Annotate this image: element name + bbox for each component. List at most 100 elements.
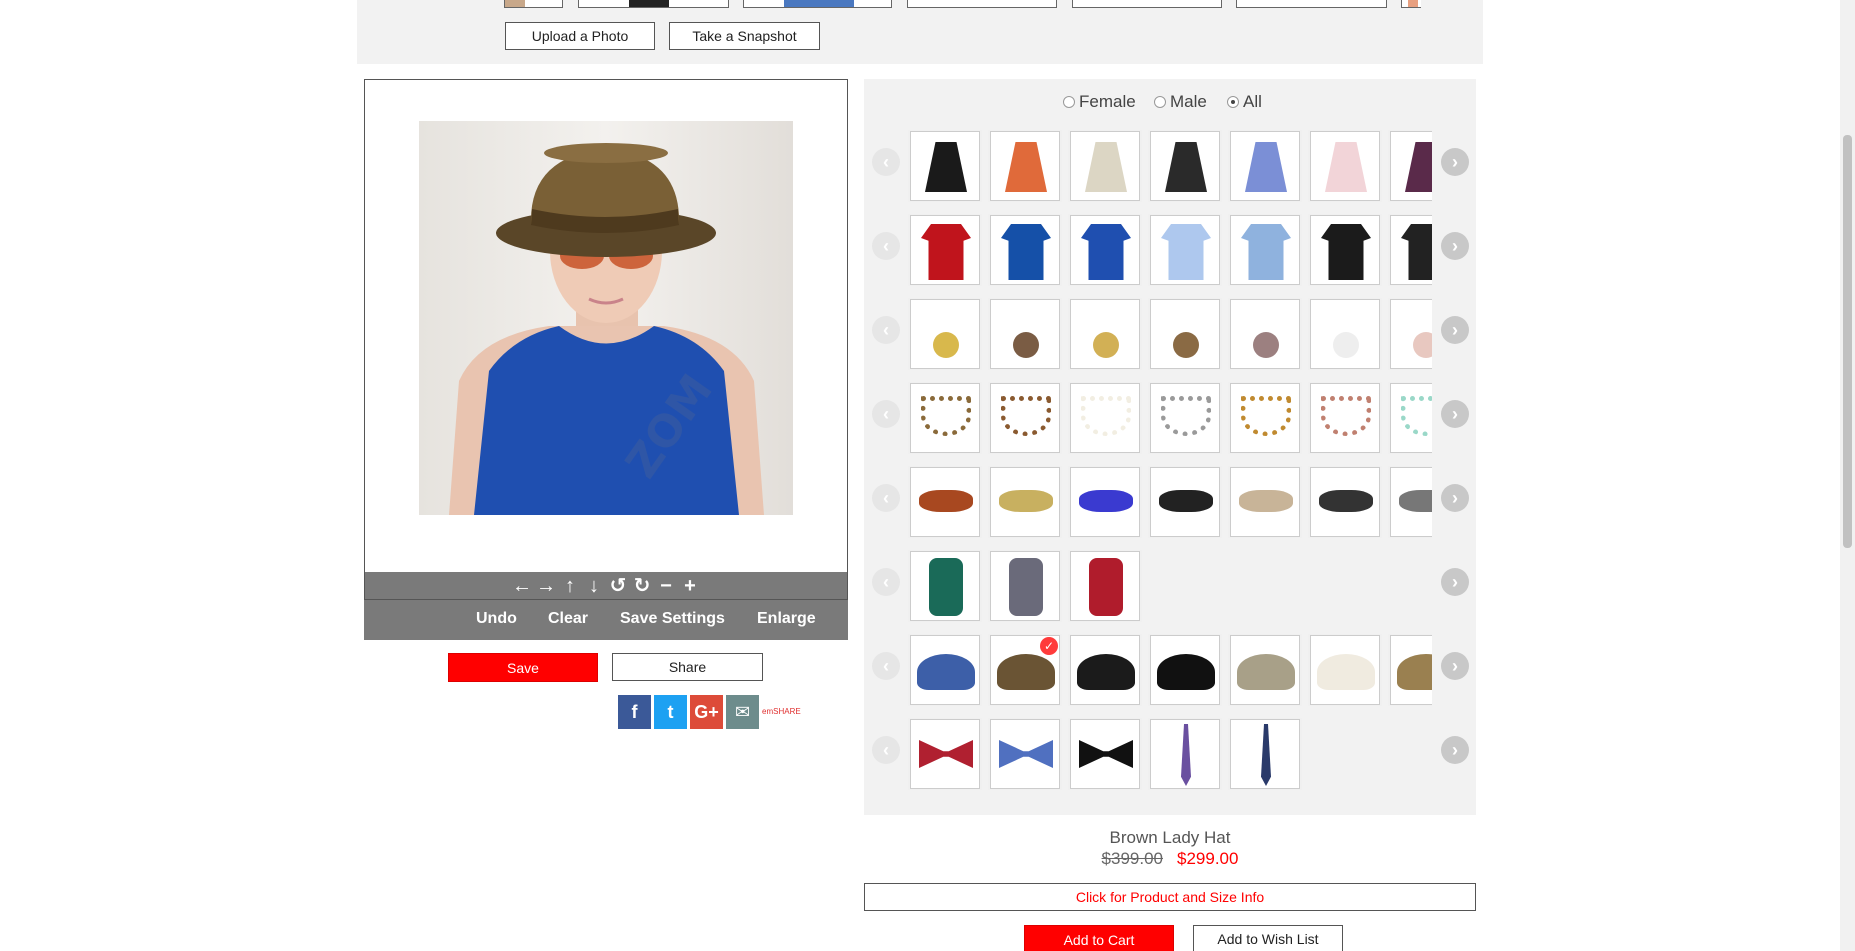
catalog-item[interactable] [1310,131,1380,201]
catalog-item[interactable] [990,131,1060,201]
catalog-item[interactable] [1150,635,1220,705]
share-button[interactable]: Share [612,653,763,681]
catalog-item[interactable]: ✓ [990,635,1060,705]
catalog-item[interactable] [1230,467,1300,537]
catalog-item[interactable] [1070,467,1140,537]
catalog-item[interactable] [1390,467,1432,537]
add-to-cart-button[interactable]: Add to Cart [1024,925,1174,951]
catalog-item[interactable] [990,383,1060,453]
catalog-item[interactable] [1230,383,1300,453]
catalog-item[interactable] [910,719,980,789]
row-prev-button-necklaces[interactable]: ‹ [872,400,900,428]
catalog-item[interactable] [910,299,980,369]
row-prev-button-hats[interactable]: ‹ [872,652,900,680]
catalog-item[interactable] [910,635,980,705]
save-button[interactable]: Save [448,653,598,682]
catalog-item[interactable] [1390,215,1432,285]
catalog-item[interactable] [1310,635,1380,705]
all-radio[interactable] [1227,96,1239,108]
catalog-item[interactable] [1230,299,1300,369]
catalog-item[interactable] [1150,299,1220,369]
catalog-item[interactable] [1150,215,1220,285]
scrollbar-thumb[interactable] [1843,135,1852,548]
row-next-button-hats[interactable]: › [1441,652,1469,680]
catalog-item[interactable] [990,299,1060,369]
row-next-button-sunglasses[interactable]: › [1441,484,1469,512]
email-icon[interactable]: ✉ [726,695,759,729]
catalog-item[interactable] [1390,635,1432,705]
gender-filter-male[interactable]: Male [1154,92,1207,112]
catalog-item[interactable] [990,551,1060,621]
top-thumbnail[interactable] [1236,0,1387,8]
top-thumbnail[interactable] [907,0,1057,8]
row-prev-button-sunglasses[interactable]: ‹ [872,484,900,512]
female-radio[interactable] [1063,96,1075,108]
catalog-item[interactable] [1070,635,1140,705]
row-prev-button-earrings[interactable]: ‹ [872,316,900,344]
twitter-icon[interactable]: t [654,695,687,729]
catalog-item[interactable] [1070,719,1140,789]
rotate-left-icon[interactable]: ↺ [608,576,628,596]
catalog-item[interactable] [1310,299,1380,369]
product-info-button[interactable]: Click for Product and Size Info [864,883,1476,911]
catalog-item[interactable] [1070,215,1140,285]
catalog-item[interactable] [1070,383,1140,453]
model-canvas[interactable]: ZOM ← → ↑ ↓ ↺ ↻ − + [364,79,848,600]
catalog-item[interactable] [1150,467,1220,537]
take-snapshot-button[interactable]: Take a Snapshot [669,22,820,50]
catalog-item[interactable] [1230,719,1300,789]
zoom-in-icon[interactable]: + [680,576,700,596]
rotate-right-icon[interactable]: ↻ [632,576,652,596]
catalog-item[interactable] [910,215,980,285]
catalog-item[interactable] [1310,215,1380,285]
catalog-item[interactable] [990,467,1060,537]
top-thumbnail[interactable] [1072,0,1222,8]
catalog-item[interactable] [1390,299,1432,369]
row-prev-button-skirts[interactable]: ‹ [872,148,900,176]
catalog-item[interactable] [990,719,1060,789]
top-thumbnail[interactable] [578,0,729,8]
top-thumbnail[interactable] [504,0,563,8]
male-radio[interactable] [1154,96,1166,108]
row-prev-button-ties[interactable]: ‹ [872,736,900,764]
upload-photo-button[interactable]: Upload a Photo [505,22,655,50]
move-up-icon[interactable]: ↑ [560,576,580,596]
page-scrollbar[interactable] [1840,0,1855,951]
row-prev-button-tops[interactable]: ‹ [872,232,900,260]
row-prev-button-scarves[interactable]: ‹ [872,568,900,596]
row-next-button-earrings[interactable]: › [1441,316,1469,344]
google-plus-icon[interactable]: G+ [690,695,723,729]
row-next-button-ties[interactable]: › [1441,736,1469,764]
catalog-item[interactable] [1230,635,1300,705]
row-next-button-scarves[interactable]: › [1441,568,1469,596]
facebook-icon[interactable]: f [618,695,651,729]
gender-filter-all[interactable]: All [1227,92,1262,112]
catalog-item[interactable] [910,131,980,201]
move-left-icon[interactable]: ← [512,576,532,596]
row-next-button-necklaces[interactable]: › [1441,400,1469,428]
catalog-item[interactable] [1230,131,1300,201]
catalog-item[interactable] [1390,383,1432,453]
emshare-link[interactable]: emSHARE [762,707,801,716]
catalog-item[interactable] [1150,719,1220,789]
catalog-item[interactable] [1070,131,1140,201]
catalog-item[interactable] [910,551,980,621]
gender-filter-female[interactable]: Female [1063,92,1136,112]
row-next-button-skirts[interactable]: › [1441,148,1469,176]
add-to-wishlist-button[interactable]: Add to Wish List [1193,925,1343,951]
catalog-item[interactable] [1310,383,1380,453]
save-settings-button[interactable]: Save Settings [620,610,725,628]
catalog-item[interactable] [1150,131,1220,201]
clear-button[interactable]: Clear [548,610,588,628]
catalog-item[interactable] [1150,383,1220,453]
top-thumbnail[interactable] [1401,0,1421,8]
catalog-item[interactable] [910,467,980,537]
move-right-icon[interactable]: → [536,576,556,596]
catalog-item[interactable] [1310,467,1380,537]
move-down-icon[interactable]: ↓ [584,576,604,596]
catalog-item[interactable] [1390,131,1432,201]
undo-button[interactable]: Undo [476,610,517,628]
catalog-item[interactable] [1230,215,1300,285]
enlarge-button[interactable]: Enlarge [757,610,816,628]
catalog-item[interactable] [1070,299,1140,369]
